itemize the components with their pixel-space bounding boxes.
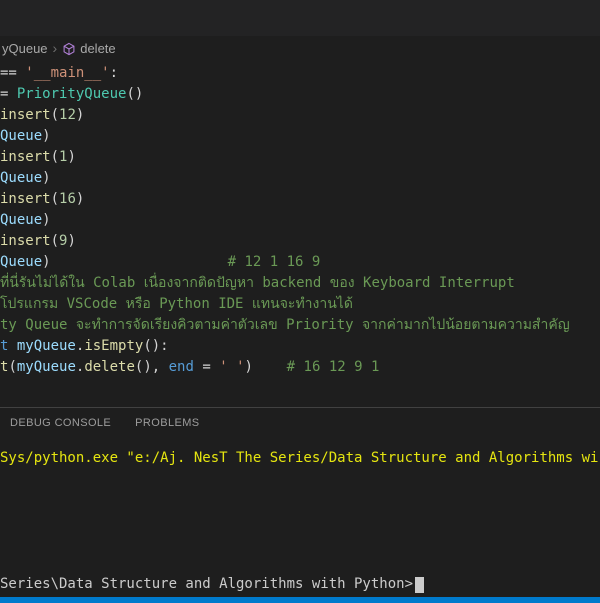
bottom-panel: DEBUG CONSOLE PROBLEMS Sys/python.exe "e:… bbox=[0, 407, 600, 597]
code-line[interactable]: โปรแกรม VSCode หรือ Python IDE แทนจะทำงา… bbox=[0, 294, 600, 315]
vscode-window: yQueue › delete == '__main__':= Priority… bbox=[0, 0, 600, 600]
code-line[interactable]: = PriorityQueue() bbox=[0, 84, 600, 105]
code-line[interactable]: Queue) bbox=[0, 168, 600, 189]
chevron-right-icon: › bbox=[53, 40, 58, 56]
code-line[interactable]: t myQueue.isEmpty(): bbox=[0, 336, 600, 357]
editor-code[interactable]: == '__main__':= PriorityQueue()insert(12… bbox=[0, 60, 600, 407]
terminal-empty-space bbox=[0, 467, 600, 576]
breadcrumb-item-file[interactable]: yQueue bbox=[2, 41, 48, 56]
code-line[interactable]: insert(12) bbox=[0, 105, 600, 126]
panel-tab-problems[interactable]: PROBLEMS bbox=[135, 417, 199, 429]
title-bar bbox=[0, 0, 600, 36]
terminal-command-line: Sys/python.exe "e:/Aj. NesT The Series/D… bbox=[0, 438, 600, 467]
breadcrumb-item-symbol[interactable]: delete bbox=[80, 41, 115, 56]
breadcrumb: yQueue › delete bbox=[0, 36, 600, 60]
code-line[interactable]: ty Queue จะทำการจัดเรียงคิวตามค่าตัวเลข … bbox=[0, 315, 600, 336]
method-symbol-icon bbox=[62, 42, 76, 56]
code-line[interactable]: == '__main__': bbox=[0, 63, 600, 84]
terminal-cursor bbox=[415, 577, 424, 593]
panel-tabs: DEBUG CONSOLE PROBLEMS bbox=[0, 408, 600, 438]
code-line[interactable]: Queue) bbox=[0, 210, 600, 231]
status-bar[interactable] bbox=[0, 597, 600, 603]
code-line[interactable]: Queue) bbox=[0, 126, 600, 147]
terminal[interactable]: Sys/python.exe "e:/Aj. NesT The Series/D… bbox=[0, 438, 600, 597]
terminal-prompt-text: Series\Data Structure and Algorithms wit… bbox=[0, 576, 413, 593]
code-line[interactable]: insert(16) bbox=[0, 189, 600, 210]
terminal-prompt-line[interactable]: Series\Data Structure and Algorithms wit… bbox=[0, 576, 600, 597]
code-line[interactable]: insert(1) bbox=[0, 147, 600, 168]
code-line[interactable]: Queue) # 12 1 16 9 bbox=[0, 252, 600, 273]
code-line[interactable]: ที่นี่รันไม่ได้ใน Colab เนื่องจากติดปัญห… bbox=[0, 273, 600, 294]
code-line[interactable]: insert(9) bbox=[0, 231, 600, 252]
code-line[interactable]: t(myQueue.delete(), end = ' ') # 16 12 9… bbox=[0, 357, 600, 378]
panel-tab-debug-console[interactable]: DEBUG CONSOLE bbox=[10, 417, 111, 429]
